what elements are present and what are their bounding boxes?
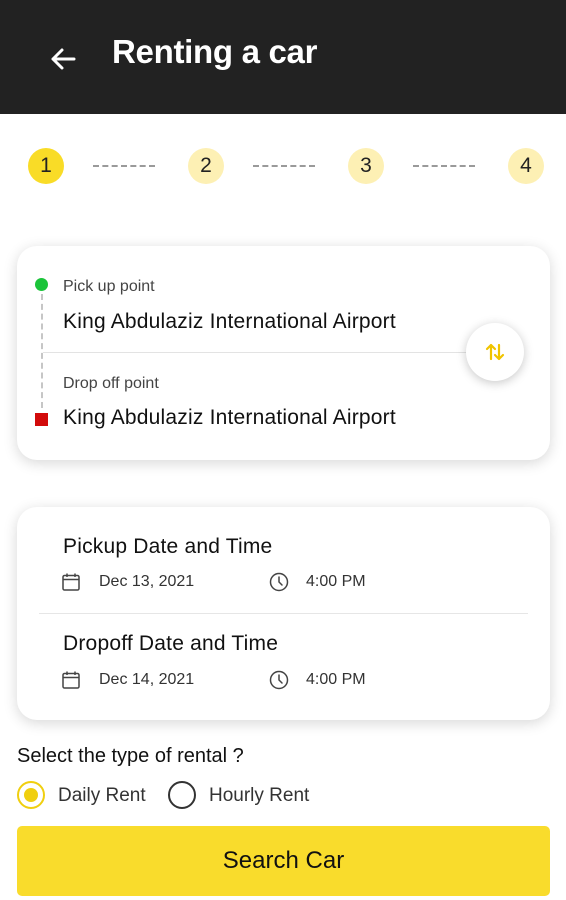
calendar-icon (62, 573, 80, 591)
back-button[interactable] (40, 36, 86, 82)
calendar-icon (62, 671, 80, 689)
dropoff-location: King Abdulaziz International Airport (63, 406, 396, 429)
app-bar: Renting a car (0, 0, 566, 114)
dropoff-time: 4:00 PM (306, 671, 366, 688)
hourly-rent-label[interactable]: Hourly Rent (209, 785, 309, 807)
daily-rent-label[interactable]: Daily Rent (58, 785, 146, 807)
step-3: 3 (348, 148, 384, 184)
hourly-rent-radio[interactable] (168, 781, 196, 809)
step-connector (413, 165, 475, 167)
swap-vertical-icon (485, 343, 505, 361)
search-car-button[interactable]: Search Car (17, 826, 550, 896)
daily-rent-radio[interactable] (17, 781, 45, 809)
pickup-time: 4:00 PM (306, 573, 366, 590)
pickup-marker (35, 278, 48, 291)
location-card: Pick up point King Abdulaziz Internation… (17, 246, 550, 460)
page-title: Renting a car (112, 33, 318, 70)
divider (43, 352, 483, 353)
dropoff-label: Drop off point (63, 375, 159, 392)
divider (39, 613, 528, 614)
rental-type-question: Select the type of rental ? (17, 745, 244, 767)
pickup-label: Pick up point (63, 278, 155, 295)
clock-icon (269, 670, 289, 690)
pickup-location: King Abdulaziz International Airport (63, 310, 396, 333)
clock-icon (269, 572, 289, 592)
route-line (41, 294, 43, 408)
arrow-left-icon (51, 48, 76, 70)
dropoff-datetime-title: Dropoff Date and Time (63, 632, 279, 655)
step-connector (253, 165, 315, 167)
step-2: 2 (188, 148, 224, 184)
pickup-date: Dec 13, 2021 (99, 573, 195, 590)
step-4: 4 (508, 148, 544, 184)
pickup-datetime-title: Pickup Date and Time (63, 535, 273, 558)
dropoff-marker (35, 413, 48, 426)
swap-locations-button[interactable] (466, 323, 524, 381)
dropoff-date: Dec 14, 2021 (99, 671, 195, 688)
progress-stepper: 1 2 3 4 (0, 148, 566, 190)
step-connector (93, 165, 155, 167)
step-1: 1 (28, 148, 64, 184)
date-time-card: Pickup Date and Time Dec 13, 2021 4:00 P… (17, 507, 550, 720)
